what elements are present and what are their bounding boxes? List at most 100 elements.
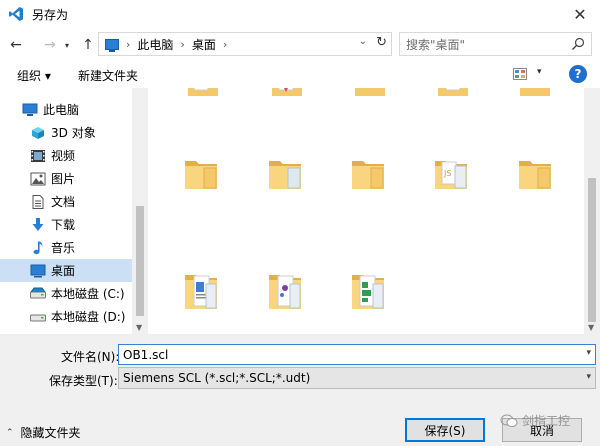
save-form: 文件名(N): OB1.scl ▾ 保存类型(T): Siemens SCL (… [0, 334, 600, 446]
folder-icon[interactable]: JS [434, 158, 468, 190]
sidebar-item-label: 音乐 [51, 241, 76, 255]
wechat-icon [500, 414, 518, 427]
sidebar-item-videos[interactable]: 视频 [0, 144, 132, 167]
vscode-app-icon [9, 7, 23, 21]
new-folder-button[interactable]: 新建文件夹 [78, 67, 138, 84]
window-title: 另存为 [32, 7, 69, 22]
save-button[interactable]: 保存(S) [405, 418, 485, 442]
recent-locations-button[interactable]: ▾ [61, 33, 73, 57]
sidebar-item-downloads[interactable]: 下载 [0, 213, 132, 236]
navigation-pane-scrollbar[interactable]: ▼ [132, 88, 148, 334]
filename-input[interactable]: OB1.scl ▾ [118, 344, 596, 365]
scrollbar-thumb[interactable] [588, 178, 596, 322]
navigation-bar: ← → ▾ ↑ › 此电脑 › 桌面 › ⌄ ↻ 搜索"桌面" [0, 28, 600, 62]
close-icon: ✕ [573, 4, 587, 24]
folder-icon[interactable] [353, 88, 387, 98]
filetype-select[interactable]: Siemens SCL (*.scl;*.SCL;*.udt) ▾ [118, 367, 596, 389]
watermark: 剑指工控 [500, 412, 570, 429]
sidebar-item-label: 本地磁盘 (C:) [51, 287, 125, 301]
filename-value: OB1.scl [123, 347, 169, 362]
sidebar-item-label: 视频 [51, 149, 76, 163]
music-icon [33, 241, 43, 254]
scroll-down-icon[interactable]: ▼ [136, 323, 142, 332]
sidebar-item-drive-d[interactable]: 本地磁盘 (D:) [0, 305, 132, 328]
folder-icon[interactable] [268, 158, 302, 190]
filename-label: 文件名(N): [61, 350, 120, 364]
search-input[interactable]: 搜索"桌面" [399, 32, 592, 56]
sidebar-item-music[interactable]: 音乐 [0, 236, 132, 259]
chevron-down-icon: ▾ [64, 40, 69, 50]
folder-icon[interactable] [436, 88, 470, 98]
close-button[interactable]: ✕ [560, 0, 600, 28]
arrow-right-icon: → [44, 37, 56, 53]
breadcrumb-desktop[interactable]: 桌面 [192, 36, 216, 53]
svg-text:JS: JS [443, 169, 451, 178]
sidebar-item-drive-c[interactable]: 本地磁盘 (C:) [0, 282, 132, 305]
sidebar-item-this-pc[interactable]: 此电脑 [0, 98, 132, 121]
documents-icon [32, 194, 44, 209]
sidebar-item-label: 桌面 [51, 264, 76, 278]
filetype-label: 保存类型(T): [49, 374, 118, 388]
sidebar-item-label: 下载 [51, 218, 76, 232]
folder-icon[interactable] [268, 270, 302, 310]
download-icon [32, 217, 44, 231]
folder-icon[interactable] [184, 270, 218, 310]
computer-icon [105, 38, 119, 52]
sidebar-item-label: 图片 [51, 172, 76, 186]
organize-button[interactable]: 组织 ▾ [17, 67, 51, 84]
sidebar-item-pictures[interactable]: 图片 [0, 167, 132, 190]
refresh-icon[interactable]: ↻ [376, 35, 387, 50]
up-button[interactable]: ↑ [77, 33, 99, 57]
drive-icon [30, 287, 46, 298]
sidebar-item-label: 3D 对象 [51, 126, 96, 140]
sidebar-item-label: 本地磁盘 (D:) [51, 310, 126, 324]
pictures-icon [30, 172, 46, 185]
watermark-text: 剑指工控 [522, 414, 571, 428]
computer-icon [22, 103, 38, 116]
sidebar-item-label: 此电脑 [43, 103, 80, 117]
sidebar-item-desktop[interactable]: 桌面 [0, 259, 132, 282]
address-dropdown-icon[interactable]: ⌄ [359, 36, 367, 47]
folder-icon[interactable] [270, 88, 304, 98]
address-bar[interactable]: › 此电脑 › 桌面 › ⌄ ↻ [98, 32, 392, 56]
file-list-pane: JS [148, 88, 584, 334]
folder-icon[interactable] [518, 88, 552, 98]
hide-folders-label: 隐藏文件夹 [20, 426, 81, 440]
chevron-right-icon[interactable]: › [223, 38, 227, 51]
video-icon [31, 149, 45, 162]
chevron-down-icon[interactable]: ▾ [586, 372, 591, 382]
folder-icon[interactable] [351, 270, 385, 310]
filetype-value: Siemens SCL (*.scl;*.SCL;*.udt) [123, 371, 311, 385]
sidebar-item-documents[interactable]: 文档 [0, 190, 132, 213]
file-list-scrollbar[interactable]: ▼ [584, 88, 600, 334]
scroll-down-icon[interactable]: ▼ [588, 323, 594, 332]
cube-3d-icon [32, 126, 44, 139]
title-bar: 另存为 ✕ [0, 0, 600, 28]
folder-icon[interactable] [518, 158, 552, 190]
arrow-left-icon: ← [10, 37, 22, 53]
scrollbar-thumb[interactable] [136, 206, 144, 316]
folder-icon[interactable] [186, 88, 220, 98]
chevron-right-icon[interactable]: › [126, 38, 130, 51]
search-placeholder: 搜索"桌面" [406, 37, 466, 52]
arrow-up-icon: ↑ [82, 37, 94, 53]
forward-button[interactable]: → [39, 33, 61, 57]
chevron-down-icon[interactable]: ▾ [586, 348, 591, 358]
help-icon[interactable]: ? [569, 65, 587, 83]
view-options-dropdown-icon[interactable]: ▾ [537, 67, 542, 77]
folder-icon[interactable] [351, 158, 385, 190]
sidebar-item-3d-objects[interactable]: 3D 对象 [0, 121, 132, 144]
folder-icon[interactable] [184, 158, 218, 190]
change-view-icon[interactable] [513, 68, 527, 80]
command-bar: 组织 ▾ 新建文件夹 ▾ ? [0, 62, 600, 88]
chevron-up-icon: ⌃ [6, 427, 14, 438]
hide-folders-button[interactable]: ⌃ 隐藏文件夹 [6, 424, 81, 441]
back-button[interactable]: ← [5, 33, 27, 57]
chevron-right-icon[interactable]: › [180, 38, 184, 51]
desktop-icon [30, 264, 46, 277]
breadcrumb-this-pc[interactable]: 此电脑 [137, 36, 173, 53]
sidebar-item-label: 文档 [51, 195, 76, 209]
search-icon [572, 37, 585, 50]
navigation-pane: 此电脑 3D 对象 视频 图片 文档 下载 音乐 桌面 本地磁盘 (C:) 本地… [0, 88, 148, 334]
drive-icon [30, 314, 46, 321]
